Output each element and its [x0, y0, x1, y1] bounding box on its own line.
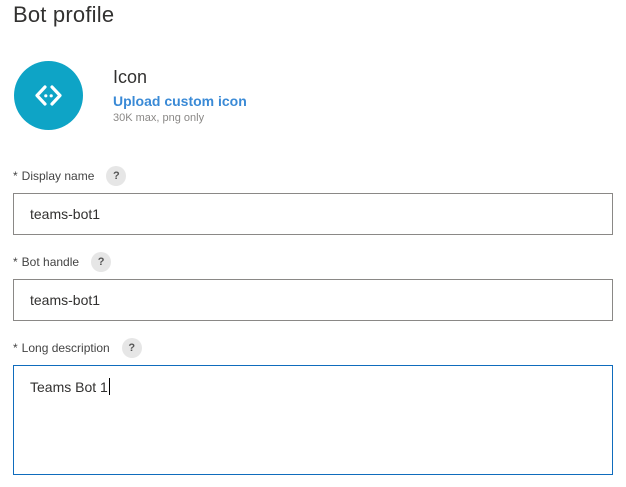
long-description-label: Long description — [21, 341, 110, 355]
upload-custom-icon-link[interactable]: Upload custom icon — [113, 93, 247, 109]
required-mark: * — [13, 255, 18, 269]
long-description-label-row: * Long description ? — [13, 338, 142, 358]
bot-handle-help-icon[interactable]: ? — [91, 252, 112, 272]
icon-size-hint: 30K max, png only — [113, 112, 205, 124]
display-name-label: Display name — [21, 169, 95, 183]
display-name-label-row: * Display name ? — [13, 166, 127, 186]
required-mark: * — [13, 169, 18, 183]
display-name-input[interactable] — [13, 193, 613, 235]
icon-heading: Icon — [113, 67, 148, 87]
bot-handle-label: Bot handle — [21, 255, 80, 269]
bot-handle-input[interactable] — [13, 279, 613, 321]
text-caret — [108, 378, 110, 395]
display-name-help-icon[interactable]: ? — [106, 166, 127, 186]
long-description-textarea[interactable]: Teams Bot 1 — [13, 365, 613, 475]
long-description-help-icon[interactable]: ? — [121, 338, 142, 358]
code-brackets-icon — [35, 85, 62, 106]
bot-handle-label-row: * Bot handle ? — [13, 252, 112, 272]
page-title: Bot profile — [13, 2, 115, 27]
required-mark: * — [13, 341, 18, 355]
bot-avatar — [14, 61, 83, 130]
long-description-text: Teams Bot 1 — [30, 379, 108, 395]
